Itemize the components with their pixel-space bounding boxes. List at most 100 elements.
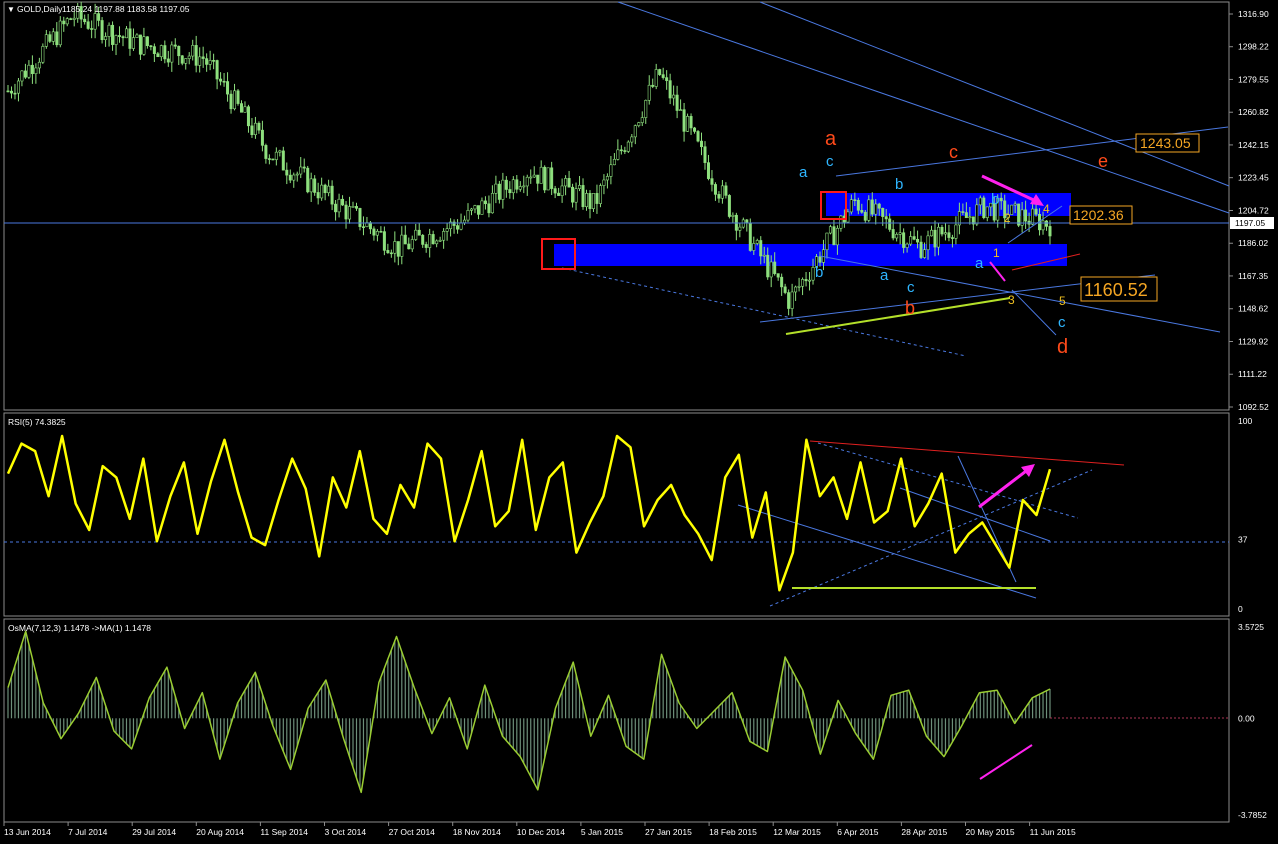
candle-body [299,166,303,175]
candle-body [658,69,662,75]
date-tick-label: 18 Nov 2014 [453,827,501,837]
candle-body [975,204,979,225]
candle-body [780,276,784,288]
candle-body [863,211,867,221]
candle-body [1013,203,1017,206]
candle-body [895,234,899,239]
candle-body [978,197,982,206]
candle-body [65,18,69,25]
candle-body [23,70,27,78]
candle-body [389,252,393,255]
candle-body [111,24,115,45]
candle-body [393,241,397,254]
candle-body [936,226,940,248]
wave-label-cyan-b3: b [991,191,999,208]
candle-body [320,184,324,199]
candle-body [1031,208,1035,225]
candle-body [233,90,237,110]
candle-body [543,166,547,191]
candle-body [835,228,839,246]
candle-body [720,185,724,199]
candle-body [713,184,717,195]
date-tick-label: 27 Oct 2014 [389,827,436,837]
candle-body [205,58,209,65]
candle-body [595,193,599,204]
wave-label-orange-e: e [1098,151,1108,171]
candle-body [187,55,191,59]
candle-body [100,20,104,41]
candle-body [159,45,163,58]
candle-body [930,229,934,237]
candle-body [246,106,250,127]
symbol-label: GOLD,Daily [17,4,63,14]
candle-body [410,239,414,250]
candle-body [759,240,763,257]
price-tick-label: 1316.90 [1238,9,1269,19]
candle-body [982,197,986,218]
candle-body [905,243,909,248]
candle-body [574,188,578,203]
candle-body [9,90,13,94]
candle-body [717,194,721,199]
price-tick-label: 1092.52 [1238,402,1269,412]
rsi-tick-label: 0 [1238,604,1243,614]
date-tick-label: 10 Dec 2014 [517,827,565,837]
candle-body [13,92,17,95]
candle-body [379,231,383,233]
candle-body [529,176,533,179]
date-tick-label: 20 May 2015 [966,827,1015,837]
candle-body [348,206,352,220]
candle-body [797,285,801,288]
candle-body [442,231,446,241]
candle-body [459,222,463,230]
candle-body [1034,208,1038,215]
candle-body [55,31,59,46]
candle-body [591,193,595,209]
wave-label-yellow-5: 5 [1059,294,1066,308]
wave-label-yellow-4: 4 [1043,202,1050,216]
date-tick-label: 12 Mar 2015 [773,827,821,837]
candle-body [811,267,815,281]
candle-body [637,122,641,126]
candle-body [163,45,167,60]
candle-body [581,185,585,208]
candle-body [710,178,714,185]
candle-body [985,206,989,218]
candle-body [327,185,331,194]
wave-label-orange-c: c [949,142,958,162]
candle-body [755,240,759,244]
candle-body [567,178,571,188]
candle-body [281,150,285,171]
candle-body [1041,220,1045,231]
candle-body [166,58,170,63]
candle-body [428,234,432,248]
candle-body [818,256,822,263]
candle-body [90,28,94,30]
candle-body [748,222,752,251]
candle-body [138,34,142,55]
candle-body [794,286,798,293]
candle-body [773,261,777,274]
candle-body [6,90,10,93]
candle-body [686,116,690,132]
channel-upper-line [617,1,1230,214]
date-tick-label: 28 Apr 2015 [901,827,947,837]
candle-body [149,45,153,48]
candle-body [612,159,616,166]
candle-body [616,149,620,160]
candle-body [184,58,188,64]
candle-body [250,125,254,136]
candle-body [368,222,372,230]
candle-body [62,20,66,25]
price-axis: 1316.90 1298.22 1279.55 1260.82 1242.15 1223.… [1229,9,1269,412]
wave-label-cyan-a1: a [799,164,808,181]
wave-label-cyan-c2: c [907,279,915,296]
candle-body [501,179,505,200]
candle-body [706,162,710,179]
candle-body [222,80,226,83]
chart-arrow-icon[interactable]: ▼ [7,5,15,14]
candle-body [417,229,421,236]
candle-body [407,243,411,250]
candle-body [93,13,97,30]
candle-body [752,243,756,251]
